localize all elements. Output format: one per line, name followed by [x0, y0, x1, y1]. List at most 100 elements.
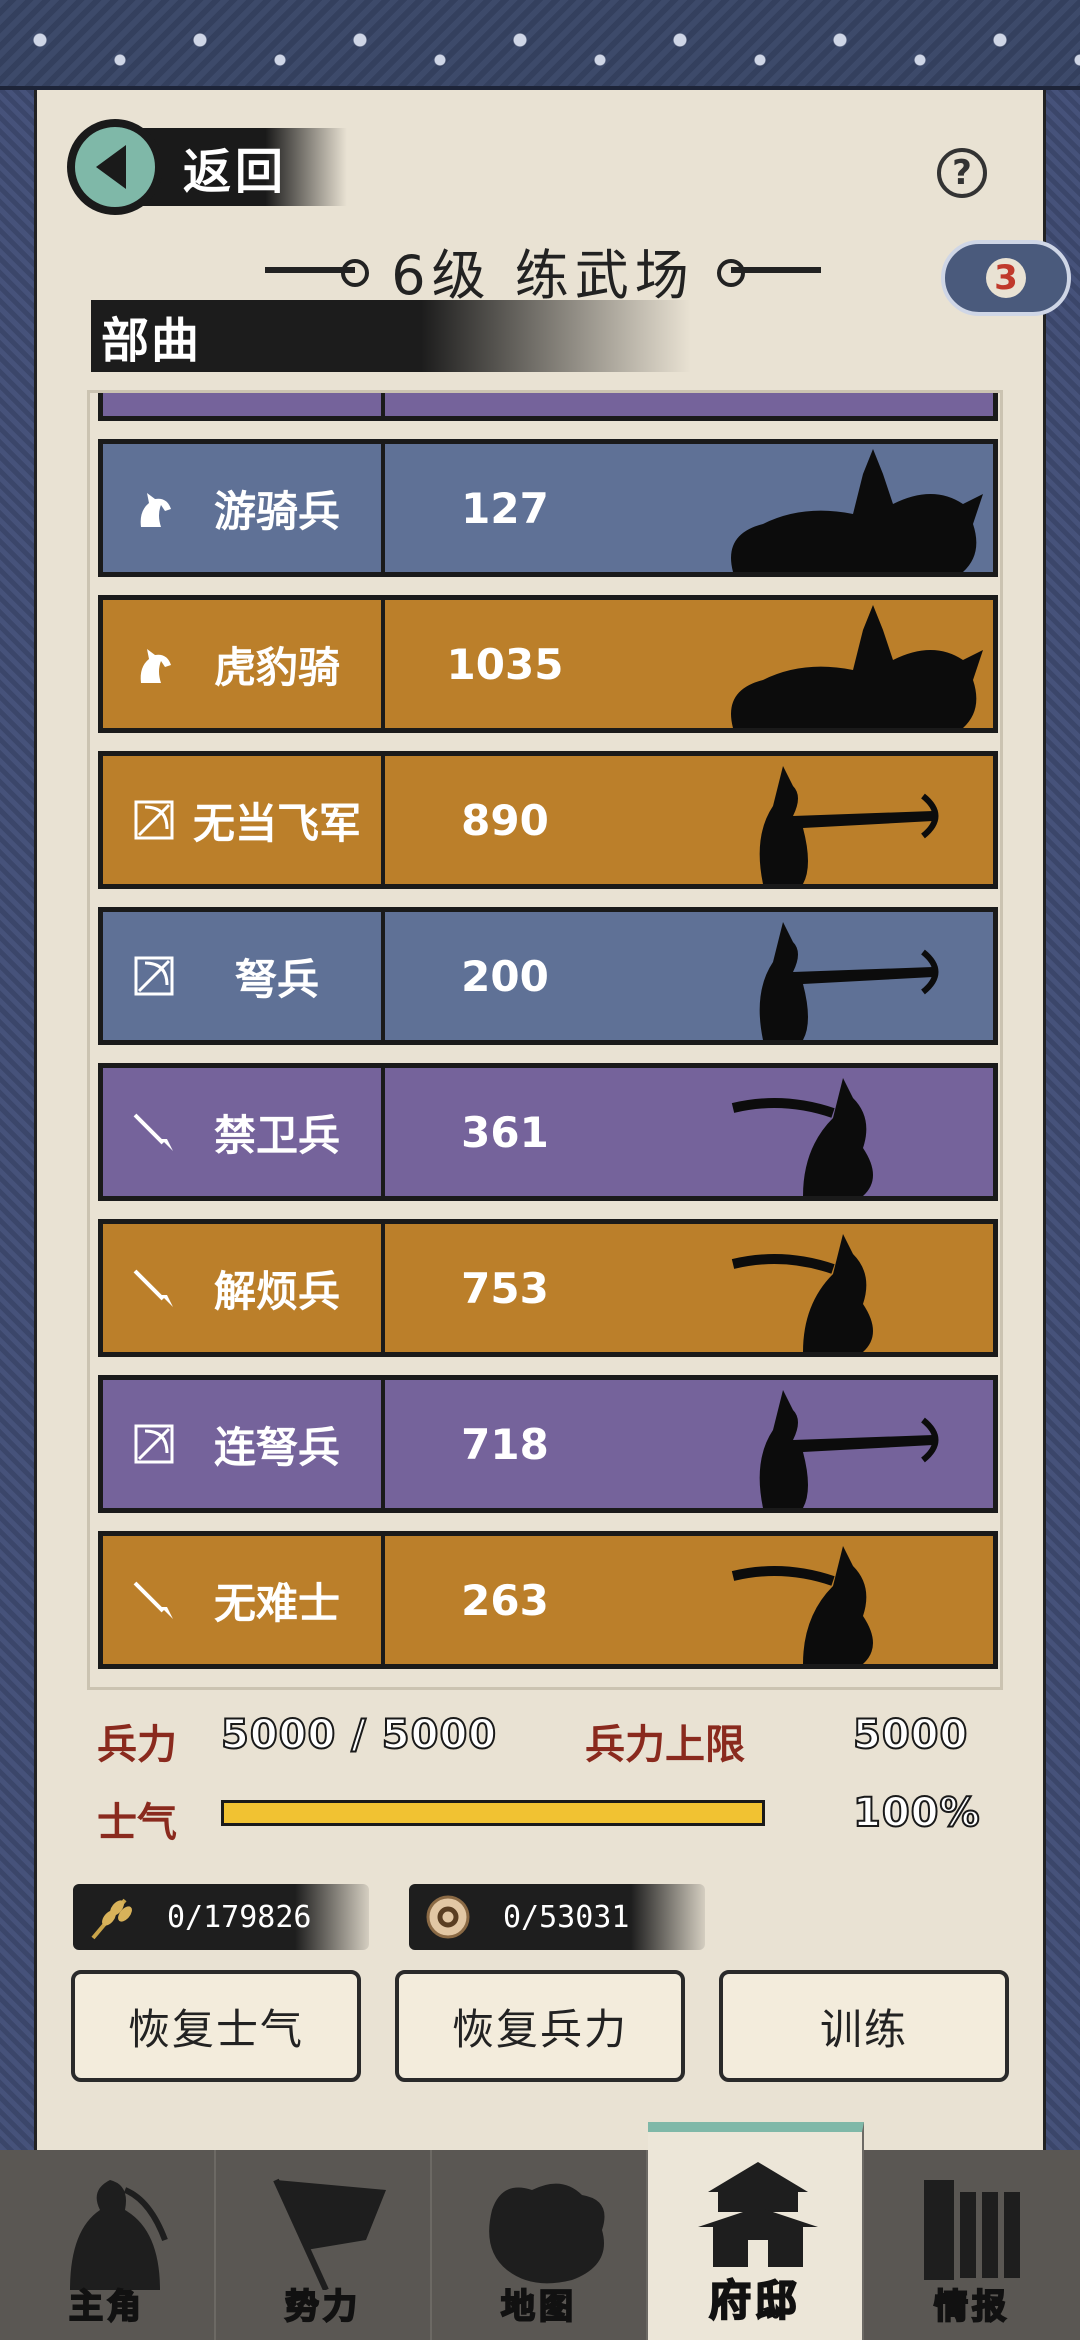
troop-name-cell: 解烦兵	[103, 1224, 385, 1352]
troop-name-cell: 禁卫兵	[103, 1068, 385, 1196]
morale-bar-fill	[224, 1803, 762, 1823]
nav-faction-label: 势力	[284, 2286, 361, 2328]
mansion-icon	[698, 2162, 818, 2267]
troop-name: 连弩兵	[213, 1422, 340, 1472]
troop-row[interactable]: 连弩兵 718	[98, 1375, 998, 1513]
troop-count: 1035	[446, 639, 564, 689]
action-buttons: 恢复士气 恢复兵力 训练	[71, 1970, 1011, 2086]
title-ornament-right	[716, 259, 821, 287]
section-header: 部曲	[91, 300, 691, 372]
restore-morale-button[interactable]: 恢复士气	[71, 1970, 361, 2082]
troop-count: 263	[461, 1575, 549, 1625]
troop-name-cell: 无当飞军	[103, 756, 385, 884]
back-label: 返回	[143, 128, 348, 206]
grain-icon	[87, 1892, 137, 1942]
troop-count: 200	[461, 951, 549, 1001]
badge-count: 3	[986, 258, 1026, 298]
resources-row: 0/179826 0/53031	[73, 1884, 973, 1954]
troop-silhouette	[693, 756, 993, 884]
troop-count: 890	[461, 795, 549, 845]
grain-value: 0/179826	[167, 1899, 312, 1935]
troop-name: 禁卫兵	[213, 1110, 340, 1160]
help-icon[interactable]: ?	[937, 148, 987, 198]
title-row: 6级 练武场	[37, 230, 1049, 310]
troop-name-cell: 游骑兵	[103, 444, 385, 572]
troop-silhouette	[693, 912, 993, 1040]
troop-silhouette	[693, 1068, 993, 1196]
morale-value: 100%	[852, 1789, 981, 1837]
nav-hero[interactable]: 主角	[0, 2150, 216, 2340]
troop-name: 弩兵	[234, 954, 319, 1004]
nav-intel[interactable]: 情报	[864, 2150, 1080, 2340]
troop-silhouette	[693, 1536, 993, 1664]
troop-name: 无当飞军	[193, 798, 362, 848]
bottom-nav: 主角 势力 地图 府邸 情报	[0, 2122, 1080, 2340]
troop-count: 361	[461, 1107, 549, 1157]
troop-count: 718	[461, 1419, 549, 1469]
troop-row[interactable]: 弩兵 200	[98, 907, 998, 1045]
troop-name-cell	[103, 393, 385, 416]
troops-label: 兵力	[97, 1722, 177, 1768]
troop-name: 虎豹骑	[213, 642, 340, 692]
nav-faction[interactable]: 势力	[216, 2150, 432, 2340]
nav-hero-label: 主角	[68, 2286, 145, 2328]
horse-icon	[129, 483, 179, 533]
troops-cap-value: 5000	[852, 1711, 969, 1759]
spear-icon	[129, 1107, 179, 1157]
crossbow-icon	[129, 1419, 179, 1469]
coin-icon	[423, 1892, 473, 1942]
troop-count: 753	[461, 1263, 549, 1313]
troop-row[interactable]: 解烦兵 753	[98, 1219, 998, 1357]
left-decorative-border	[0, 90, 34, 2150]
troop-name: 解烦兵	[213, 1266, 340, 1316]
troops-value: 5000 / 5000	[220, 1711, 498, 1759]
troop-name: 无难士	[213, 1578, 340, 1628]
coin-value: 0/53031	[503, 1899, 630, 1935]
troop-silhouette	[693, 1380, 993, 1508]
troop-name-cell: 连弩兵	[103, 1380, 385, 1508]
troop-name: 游骑兵	[213, 486, 340, 536]
troop-row[interactable]: 无难士 263	[98, 1531, 998, 1669]
troop-name-cell: 无难士	[103, 1536, 385, 1664]
crossbow-icon	[129, 951, 179, 1001]
coin-resource: 0/53031	[409, 1884, 705, 1950]
nav-map[interactable]: 地图	[432, 2150, 648, 2340]
troop-row[interactable]: 无当飞军 890	[98, 751, 998, 889]
flag-icon	[273, 2178, 386, 2290]
troop-row[interactable]: 虎豹骑 1035	[98, 595, 998, 733]
stats-area: 兵力 5000 / 5000 兵力上限 5000 士气 100%	[97, 1711, 997, 1872]
nav-mansion[interactable]: 府邸	[648, 2122, 864, 2340]
right-decorative-border	[1046, 90, 1080, 2150]
troop-name-cell: 弩兵	[103, 912, 385, 1040]
nav-map-label: 地图	[500, 2286, 577, 2328]
nav-mansion-label: 府邸	[708, 2275, 801, 2326]
scroll-icon	[924, 2180, 1020, 2280]
spear-icon	[129, 1575, 179, 1625]
train-button[interactable]: 训练	[719, 1970, 1009, 2082]
troop-silhouette	[693, 1224, 993, 1352]
cloud-badge[interactable]: 3	[941, 240, 1071, 316]
hero-icon	[70, 2180, 168, 2290]
back-button[interactable]: 返回	[67, 119, 397, 215]
troop-list[interactable]: 游骑兵 127 虎豹骑 1035 无当飞军 890 弩兵 200 禁卫兵 361 解烦兵 753 连弩兵…	[87, 390, 1003, 1690]
troop-name-cell: 虎豹骑	[103, 600, 385, 728]
restore-troops-button[interactable]: 恢复兵力	[395, 1970, 685, 2082]
troop-row-partial[interactable]	[98, 393, 998, 421]
grain-resource: 0/179826	[73, 1884, 369, 1950]
troops-cap-label: 兵力上限	[585, 1722, 745, 1768]
troop-silhouette	[693, 444, 993, 572]
spear-icon	[129, 1263, 179, 1313]
morale-label: 士气	[97, 1800, 177, 1846]
troop-row[interactable]: 禁卫兵 361	[98, 1063, 998, 1201]
troop-count-cell	[385, 393, 625, 416]
troop-count: 127	[461, 483, 549, 533]
nav-intel-label: 情报	[933, 2286, 1010, 2328]
map-icon	[489, 2183, 605, 2284]
title-ornament-left	[265, 259, 370, 287]
page-title: 6级 练武场	[391, 243, 695, 307]
horse-icon	[129, 639, 179, 689]
troop-row[interactable]: 游骑兵 127	[98, 439, 998, 577]
back-arrow-icon	[67, 119, 163, 215]
troop-silhouette	[693, 600, 993, 728]
main-panel: 返回 ? 6级 练武场 3 部曲 游骑兵 127 虎豹骑 1035 无当飞军 890 弩兵 2…	[34, 90, 1071, 2150]
